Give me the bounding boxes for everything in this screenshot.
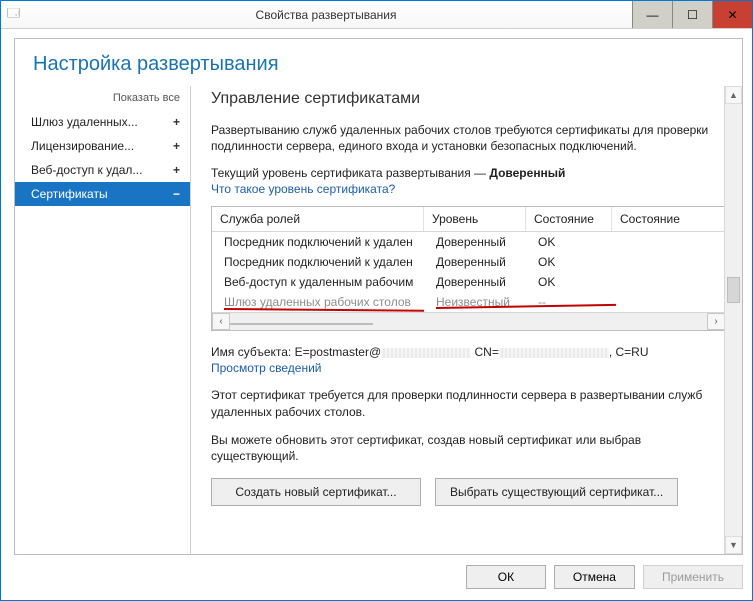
maximize-button[interactable]: ☐ [672, 1, 712, 28]
minimize-button[interactable]: — [632, 1, 672, 28]
nav-panel: Показать все Шлюз удаленных... + Лицензи… [15, 86, 191, 554]
window-title: Свойства развертывания [20, 8, 632, 22]
collapse-icon: − [173, 187, 180, 201]
table-header: Служба ролей Уровень Состояние Состояние [212, 207, 725, 232]
select-cert-button[interactable]: Выбрать существующий сертификат... [435, 478, 678, 506]
intro-text: Развертыванию служб удаленных рабочих ст… [211, 122, 726, 154]
subject-name: Имя субъекта: E=postmaster@ CN=, C=RU [211, 345, 726, 359]
show-all-link[interactable]: Показать все [15, 90, 190, 110]
nav-item-licensing[interactable]: Лицензирование... + [15, 134, 190, 158]
apply-button[interactable]: Применить [643, 565, 743, 589]
scroll-right-icon[interactable]: › [707, 313, 725, 330]
expand-icon: + [173, 139, 180, 153]
th-state[interactable]: Состояние [526, 207, 612, 231]
cert-required-text: Этот сертификат требуется для проверки п… [211, 387, 726, 419]
nav-item-certificates[interactable]: Сертификаты − [15, 182, 190, 206]
table-row[interactable]: Шлюз удаленных рабочих столов Неизвестны… [212, 292, 725, 312]
expand-icon: + [173, 115, 180, 129]
section-title: Управление сертификатами [211, 90, 726, 108]
redacted [499, 348, 609, 358]
nav-item-webaccess[interactable]: Веб-доступ к удал... + [15, 158, 190, 182]
redacted [381, 348, 471, 358]
nav-item-gateway[interactable]: Шлюз удаленных... + [15, 110, 190, 134]
cert-level-line: Текущий уровень сертификата развертывани… [211, 166, 726, 180]
scroll-down-icon[interactable]: ▼ [725, 536, 742, 554]
dialog-footer: ОК Отмена Применить [14, 561, 743, 593]
table-row[interactable]: Посредник подключений к удален Доверенны… [212, 252, 725, 272]
cert-level-help-link[interactable]: Что такое уровень сертификата? [211, 182, 726, 196]
th-state2[interactable]: Состояние [612, 207, 725, 231]
expand-icon: + [173, 163, 180, 177]
main-panel: Управление сертификатами Развертыванию с… [191, 86, 742, 554]
ok-button[interactable]: ОК [466, 565, 546, 589]
nav-item-label: Шлюз удаленных... [31, 115, 138, 129]
close-button[interactable]: ✕ [712, 1, 752, 28]
window-icon: 🗔 [7, 4, 20, 25]
main-vscrollbar[interactable]: ▲ ▼ [724, 86, 742, 554]
view-details-link[interactable]: Просмотр сведений [211, 361, 726, 375]
table-row[interactable]: Веб-доступ к удаленным рабочим Доверенны… [212, 272, 725, 292]
content-frame: Настройка развертывания Показать все Шлю… [14, 38, 743, 555]
cert-table: Служба ролей Уровень Состояние Состояние… [211, 206, 726, 331]
th-level[interactable]: Уровень [424, 207, 526, 231]
nav-item-label: Лицензирование... [31, 139, 134, 153]
table-hscrollbar[interactable]: ‹ › [212, 312, 725, 330]
page-title: Настройка развертывания [15, 39, 742, 86]
cert-update-text: Вы можете обновить этот сертификат, созд… [211, 432, 726, 464]
titlebar: 🗔 Свойства развертывания — ☐ ✕ [1, 1, 752, 29]
cancel-button[interactable]: Отмена [554, 565, 635, 589]
table-row[interactable]: Посредник подключений к удален Доверенны… [212, 232, 725, 252]
nav-item-label: Веб-доступ к удал... [31, 163, 142, 177]
scroll-up-icon[interactable]: ▲ [725, 86, 742, 104]
create-cert-button[interactable]: Создать новый сертификат... [211, 478, 421, 506]
th-role[interactable]: Служба ролей [212, 207, 424, 231]
nav-item-label: Сертификаты [31, 187, 108, 201]
scroll-left-icon[interactable]: ‹ [212, 313, 230, 330]
